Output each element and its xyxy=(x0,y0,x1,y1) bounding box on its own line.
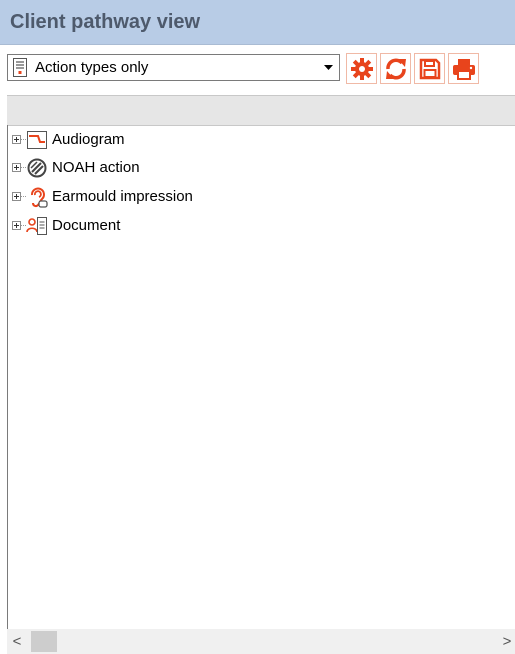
scroll-thumb[interactable] xyxy=(31,631,57,652)
ear-icon xyxy=(31,187,48,208)
gear-icon xyxy=(350,57,373,80)
save-button[interactable] xyxy=(414,53,445,84)
print-button[interactable] xyxy=(448,53,479,84)
toolbar: Action types only xyxy=(0,45,515,92)
tree-item-label: Audiogram xyxy=(52,131,125,148)
filter-dropdown-value: Action types only xyxy=(35,59,149,76)
column-header-strip xyxy=(7,95,515,126)
tree-item-label: Document xyxy=(52,217,121,234)
document-list-icon xyxy=(13,58,27,77)
horizontal-scrollbar[interactable]: < > xyxy=(7,629,515,654)
expand-icon[interactable] xyxy=(12,135,21,144)
panel-title: Client pathway view xyxy=(10,11,201,33)
scroll-left-icon[interactable]: < xyxy=(7,631,27,651)
refresh-button[interactable] xyxy=(380,53,411,84)
pathway-tree: Audiogram NOAH action Earmould impressio… xyxy=(7,125,515,629)
save-icon xyxy=(419,58,440,79)
title-bar: Client pathway view xyxy=(0,0,515,45)
settings-button[interactable] xyxy=(346,53,377,84)
refresh-icon xyxy=(385,58,406,79)
scroll-right-icon[interactable]: > xyxy=(497,631,515,651)
noah-icon xyxy=(27,158,47,178)
audiogram-icon xyxy=(27,131,47,149)
expand-icon[interactable] xyxy=(12,192,21,201)
document-person-icon xyxy=(26,217,47,235)
print-icon xyxy=(452,58,475,80)
tree-item-label: Earmould impression xyxy=(52,188,193,205)
chevron-down-icon[interactable] xyxy=(322,59,335,76)
expand-icon[interactable] xyxy=(12,163,21,172)
filter-dropdown[interactable]: Action types only xyxy=(7,54,340,81)
expand-icon[interactable] xyxy=(12,221,21,230)
tree-item-label: NOAH action xyxy=(52,159,140,176)
